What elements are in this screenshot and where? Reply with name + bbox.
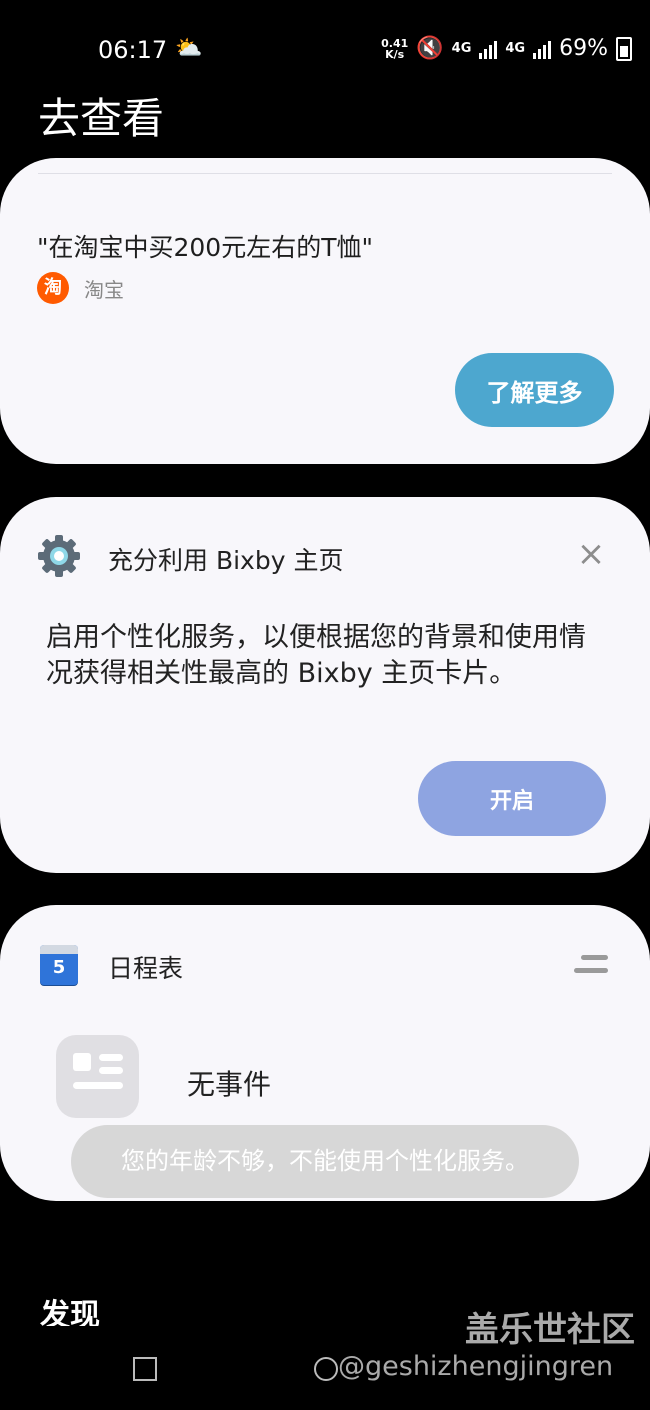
taobao-icon: 淘 bbox=[37, 272, 69, 304]
empty-state-text: 无事件 bbox=[187, 1068, 272, 1101]
network-type-label: 4G bbox=[505, 41, 526, 56]
status-time: 06:17 bbox=[98, 36, 168, 64]
network-speed: 0.41 K/s bbox=[381, 36, 409, 61]
calendar-card[interactable]: 5 日程表 无事件 您的年龄不够，不能使用个性化服务。 bbox=[0, 905, 650, 1201]
watermark-handle: @geshizhengjingren bbox=[338, 1351, 614, 1382]
enable-button[interactable]: 开启 bbox=[418, 761, 606, 836]
calendar-icon: 5 bbox=[40, 945, 78, 985]
calendar-day: 5 bbox=[52, 957, 66, 978]
bixby-card: 充分利用 Bixby 主页 × 启用个性化服务，以便根据您的背景和使用情况获得相… bbox=[0, 497, 650, 873]
home-icon[interactable] bbox=[314, 1357, 338, 1381]
close-icon[interactable]: × bbox=[576, 537, 606, 571]
divider bbox=[38, 173, 612, 174]
battery-icon bbox=[616, 36, 632, 61]
recent-apps-icon[interactable] bbox=[133, 1357, 157, 1381]
mute-icon: 🔇 bbox=[416, 36, 444, 61]
source-label: 淘宝 bbox=[84, 278, 124, 302]
network-type-label: 4G bbox=[451, 41, 472, 56]
status-bar: 06:17 ⛅ 0.41 K/s 🔇 4G 4G 69% bbox=[0, 28, 650, 72]
event-placeholder-icon bbox=[56, 1035, 139, 1118]
signal-bars-icon bbox=[533, 39, 552, 59]
page-title: 去查看 bbox=[38, 94, 165, 143]
toast-message: 您的年龄不够，不能使用个性化服务。 bbox=[71, 1125, 579, 1198]
signal-bars-icon bbox=[479, 39, 498, 59]
battery-percentage: 69% bbox=[559, 36, 608, 61]
watermark: 盖乐世社区 bbox=[465, 1310, 635, 1350]
card-description: 启用个性化服务，以便根据您的背景和使用情况获得相关性最高的 Bixby 主页卡片… bbox=[46, 622, 586, 689]
taobao-card[interactable]: "在淘宝中买200元左右的T恤" 淘 淘宝 了解更多 bbox=[0, 158, 650, 464]
menu-icon[interactable] bbox=[574, 955, 608, 973]
learn-more-button[interactable]: 了解更多 bbox=[455, 353, 614, 427]
calendar-icon-top bbox=[40, 945, 78, 954]
suggested-query[interactable]: "在淘宝中买200元左右的T恤" bbox=[37, 228, 373, 264]
status-icons: 0.41 K/s 🔇 4G 4G 69% bbox=[381, 36, 632, 61]
card-title: 日程表 bbox=[108, 954, 184, 983]
card-title: 充分利用 Bixby 主页 bbox=[108, 546, 344, 575]
section-heading: 发现 bbox=[40, 1298, 100, 1326]
sun-cloud-icon: ⛅ bbox=[175, 36, 203, 61]
gear-icon bbox=[38, 535, 80, 577]
